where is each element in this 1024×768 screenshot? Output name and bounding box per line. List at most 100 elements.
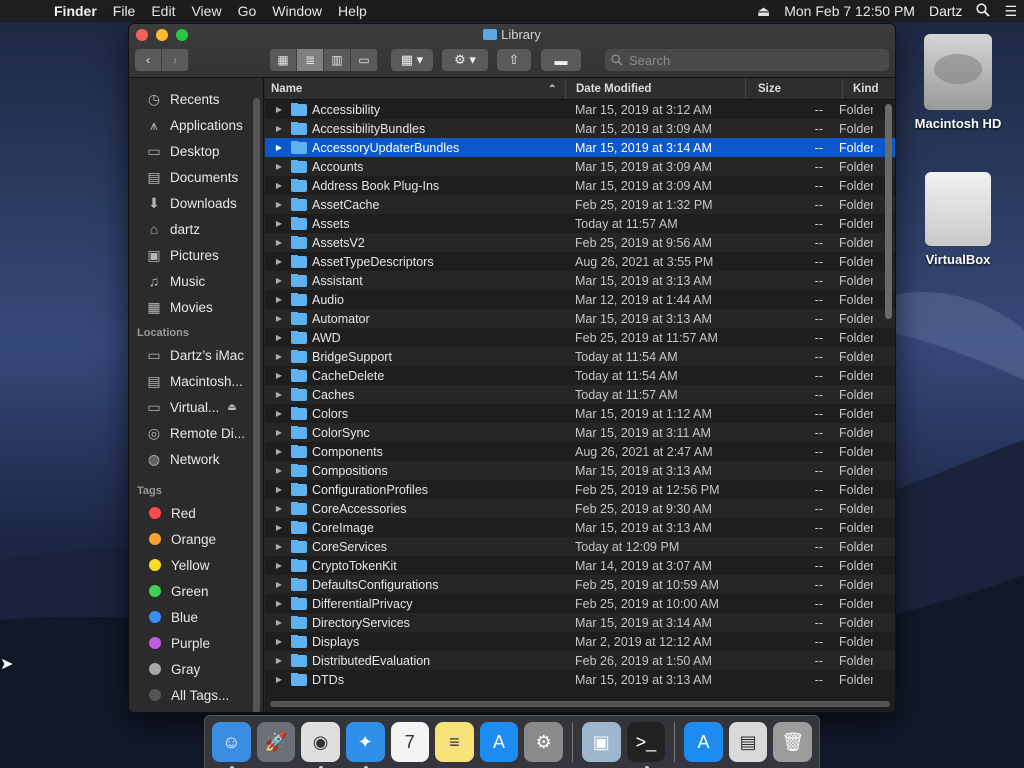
table-row[interactable]: ▶ Address Book Plug-Ins Mar 15, 2019 at 3:… [265,176,895,195]
sidebar-item-remote-di[interactable]: ◎ Remote Di... [129,420,263,446]
launchpad-icon[interactable]: 🚀 [256,722,296,762]
forward-button[interactable]: › [162,49,189,71]
disclosure-triangle-icon[interactable]: ▶ [265,561,287,570]
table-row[interactable]: ▶ Assets Today at 11:57 AM -- Folder [265,214,895,233]
sidebar-item-macintosh[interactable]: ▤ Macintosh... [129,368,263,394]
disclosure-triangle-icon[interactable]: ▶ [265,238,287,247]
disclosure-triangle-icon[interactable]: ▶ [265,485,287,494]
disclosure-triangle-icon[interactable]: ▶ [265,105,287,114]
table-row[interactable]: ▶ Colors Mar 15, 2019 at 1:12 AM -- Folder [265,404,895,423]
sidebar-item-music[interactable]: ♫ Music [129,268,263,294]
disclosure-triangle-icon[interactable]: ▶ [265,599,287,608]
table-row[interactable]: ▶ AccessibilityBundles Mar 15, 2019 at 3:0… [265,119,895,138]
system-preferences-icon[interactable]: ⚙ [524,722,563,762]
column-view-button[interactable]: ▥ [324,49,351,71]
table-row[interactable]: ▶ AssetCache Feb 25, 2019 at 1:32 PM -- Fold… [265,195,895,214]
menu-edit[interactable]: Edit [143,3,183,19]
menu-finder[interactable]: Finder [40,3,105,19]
sidebar-tag-orange[interactable]: Orange [129,526,263,552]
table-row[interactable]: ▶ Accessibility Mar 15, 2019 at 3:12 AM -- F… [265,100,895,119]
column-size-header[interactable]: Size [746,78,843,99]
tags-button[interactable]: ▬ [541,49,581,71]
spotlight-icon[interactable] [969,2,997,20]
table-row[interactable]: ▶ DefaultsConfigurations Feb 25, 2019 at 1… [265,575,895,594]
table-row[interactable]: ▶ DistributedEvaluation Feb 26, 2019 at 1:… [265,651,895,670]
disclosure-triangle-icon[interactable]: ▶ [265,675,287,684]
gallery-view-button[interactable]: ▭ [351,49,378,71]
disclosure-triangle-icon[interactable]: ▶ [265,447,287,456]
sidebar-item-dartz[interactable]: ⌂ dartz [129,216,263,242]
sidebar-tag-all-tags[interactable]: All Tags... [129,682,263,708]
sidebar-tag-gray[interactable]: Gray [129,656,263,682]
table-row[interactable]: ▶ AccessoryUpdaterBundles Mar 15, 2019 at … [265,138,895,157]
action-button[interactable]: ⚙ ▾ [442,49,488,71]
table-row[interactable]: ▶ Automator Mar 15, 2019 at 3:13 AM -- Folde… [265,309,895,328]
downloads-stack-icon[interactable]: ▤ [728,722,768,762]
finder-icon[interactable]: ☺ [212,722,251,768]
table-row[interactable]: ▶ ConfigurationProfiles Feb 25, 2019 at 12… [265,480,895,499]
table-row[interactable]: ▶ DirectoryServices Mar 15, 2019 at 3:14 A… [265,613,895,632]
sidebar-item-network[interactable]: ◍ Network [129,446,263,472]
table-row[interactable]: ▶ CryptoTokenKit Mar 14, 2019 at 3:07 AM --… [265,556,895,575]
menu-window[interactable]: Window [264,3,330,19]
table-row[interactable]: ▶ CoreImage Mar 15, 2019 at 3:13 AM -- Folde… [265,518,895,537]
safari-icon[interactable]: ✦ [345,722,385,768]
disclosure-triangle-icon[interactable]: ▶ [265,276,287,285]
disclosure-triangle-icon[interactable]: ▶ [265,143,287,152]
menu-help[interactable]: Help [330,3,375,19]
share-button[interactable]: ⇧ [497,49,531,71]
desktop-icon-virtualbox[interactable]: VirtualBox [908,172,1008,267]
table-row[interactable]: ▶ Accounts Mar 15, 2019 at 3:09 AM -- Folder [265,157,895,176]
app-store-download-icon[interactable]: A [684,722,723,762]
disclosure-triangle-icon[interactable]: ▶ [265,333,287,342]
disclosure-triangle-icon[interactable]: ▶ [265,257,287,266]
sidebar-item-pictures[interactable]: ▣ Pictures [129,242,263,268]
column-name-header[interactable]: Name ⌃ [265,78,566,99]
disclosure-triangle-icon[interactable]: ▶ [265,162,287,171]
disclosure-triangle-icon[interactable]: ▶ [265,390,287,399]
menu-go[interactable]: Go [230,3,265,19]
disclosure-triangle-icon[interactable]: ▶ [265,618,287,627]
horizontal-scrollbar[interactable] [270,701,890,707]
disclosure-triangle-icon[interactable]: ▶ [265,181,287,190]
sidebar-item-documents[interactable]: ▤ Documents [129,164,263,190]
disclosure-triangle-icon[interactable]: ▶ [265,124,287,133]
chrome-icon[interactable]: ◉ [301,722,340,768]
back-button[interactable]: ‹ [135,49,162,71]
group-by-button[interactable]: ▦ ▾ [391,49,433,71]
column-kind-header[interactable]: Kind [843,78,893,99]
table-row[interactable]: ▶ AssetTypeDescriptors Aug 26, 2021 at 3:5… [265,252,895,271]
disclosure-triangle-icon[interactable]: ▶ [265,352,287,361]
sidebar-item-downloads[interactable]: ⬇ Downloads [129,190,263,216]
table-row[interactable]: ▶ Displays Mar 2, 2019 at 12:12 AM -- Folder [265,632,895,651]
search-field[interactable]: Search [605,49,889,71]
disclosure-triangle-icon[interactable]: ▶ [265,542,287,551]
table-row[interactable]: ▶ Compositions Mar 15, 2019 at 3:13 AM -- Fo… [265,461,895,480]
vertical-scrollbar[interactable] [885,104,892,319]
trash-icon[interactable]: 🗑 [773,722,813,762]
sidebar-tag-blue[interactable]: Blue [129,604,263,630]
sidebar-item-desktop[interactable]: ▭ Desktop [129,138,263,164]
table-row[interactable]: ▶ DTDs Mar 15, 2019 at 3:13 AM -- Folder [265,670,895,689]
eject-icon[interactable]: ⏏ [227,402,236,413]
table-row[interactable]: ▶ DifferentialPrivacy Feb 25, 2019 at 10:0… [265,594,895,613]
menu-file[interactable]: File [105,3,144,19]
table-row[interactable]: ▶ AssetsV2 Feb 25, 2019 at 9:56 AM -- Folder [265,233,895,252]
disclosure-triangle-icon[interactable]: ▶ [265,409,287,418]
disclosure-triangle-icon[interactable]: ▶ [265,504,287,513]
calendar-icon[interactable]: 7 [390,722,430,762]
disclosure-triangle-icon[interactable]: ▶ [265,200,287,209]
disclosure-triangle-icon[interactable]: ▶ [265,523,287,532]
title-bar[interactable]: Library ‹ › ▦ ≣ ▥ ▭ ▦ ▾ ⚙ ▾ ⇧ ▬ Search [129,24,895,78]
disclosure-triangle-icon[interactable]: ▶ [265,656,287,665]
disclosure-triangle-icon[interactable]: ▶ [265,580,287,589]
table-row[interactable]: ▶ CacheDelete Today at 11:54 AM -- Folder [265,366,895,385]
table-row[interactable]: ▶ BridgeSupport Today at 11:54 AM -- Folder [265,347,895,366]
sidebar-tag-green[interactable]: Green [129,578,263,604]
preview-icon[interactable]: ▣ [581,722,621,762]
table-row[interactable]: ▶ AWD Feb 25, 2019 at 11:57 AM -- Folder [265,328,895,347]
sidebar-item-applications[interactable]: ⩚ Applications [129,112,263,138]
desktop-icon-macintosh-hd[interactable]: Macintosh HD [908,34,1008,131]
table-row[interactable]: ▶ Caches Today at 11:57 AM -- Folder [265,385,895,404]
menubar-clock[interactable]: Mon Feb 7 12:50 PM [777,3,922,19]
